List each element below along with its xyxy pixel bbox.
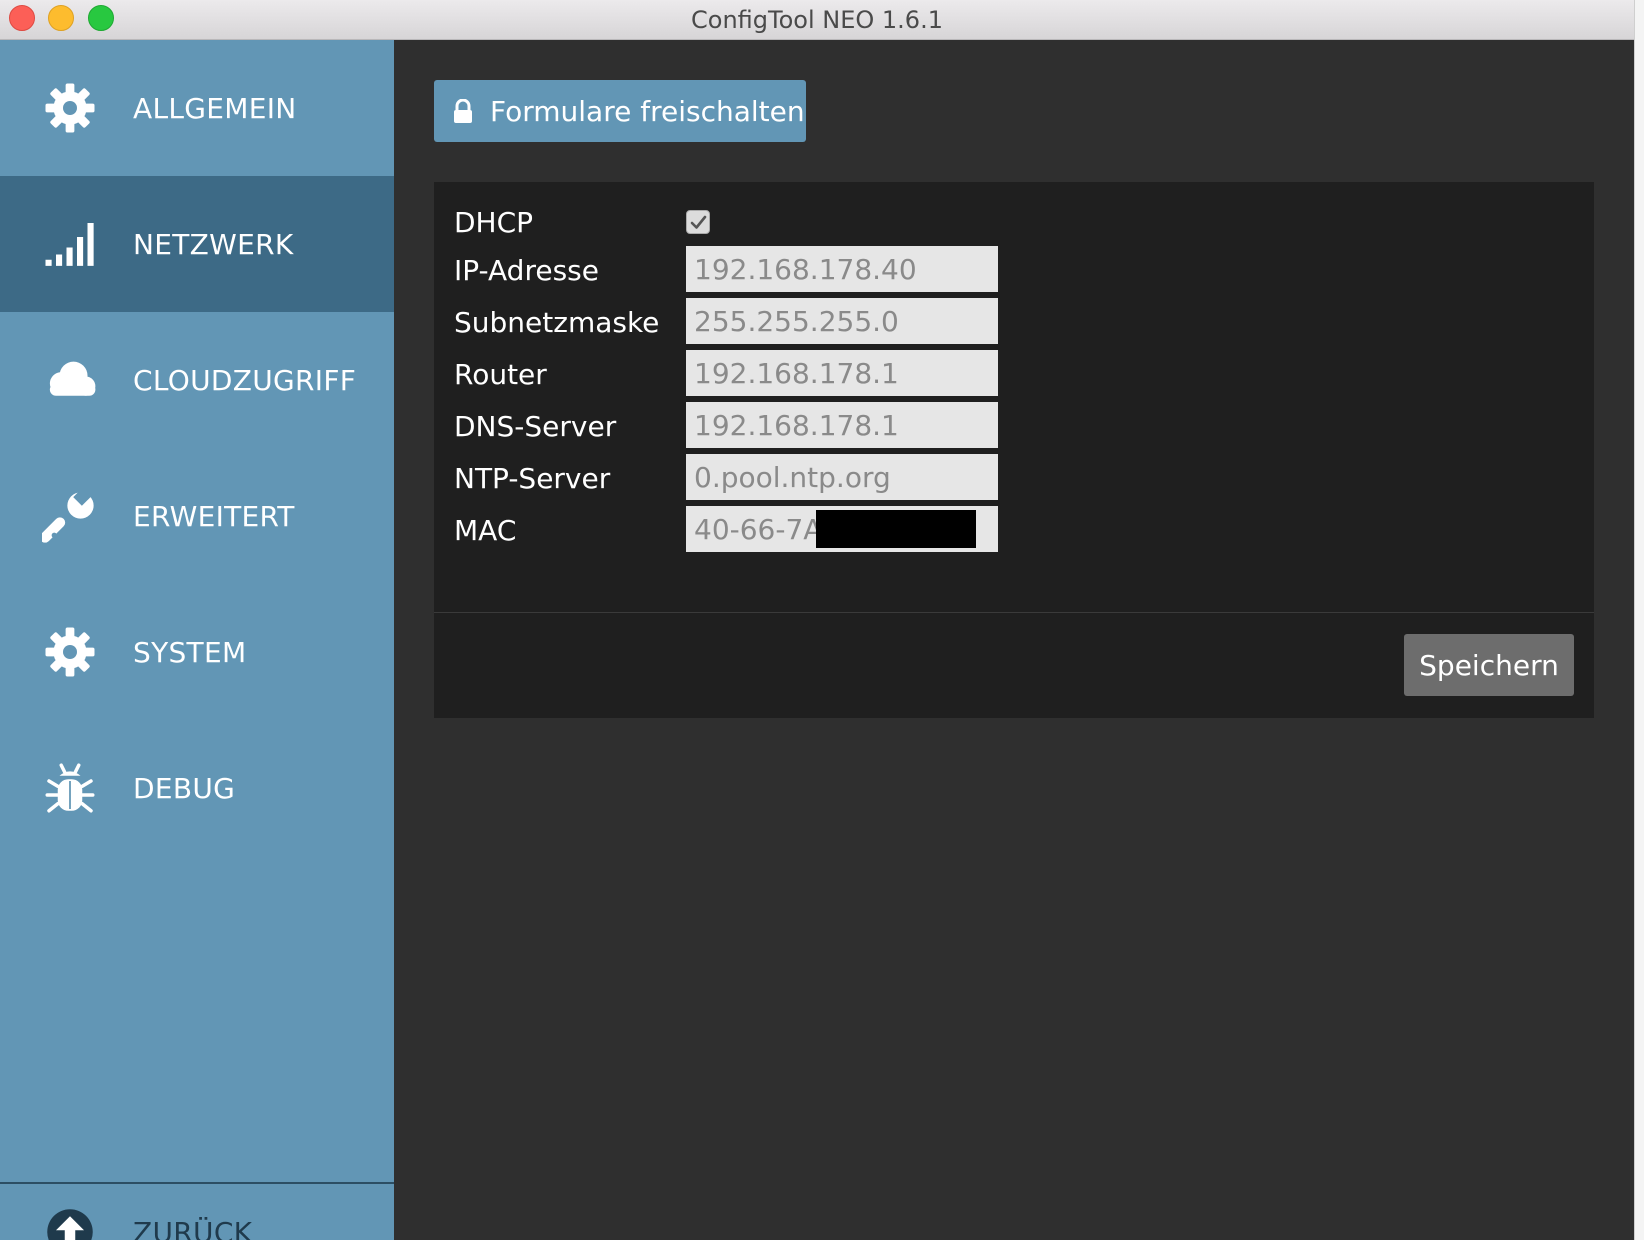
redaction-box: [816, 510, 976, 548]
dns-label: DNS-Server: [454, 410, 617, 443]
sidebar-item-netzwerk[interactable]: NETZWERK: [0, 176, 394, 312]
mac-row: MAC: [434, 506, 1594, 552]
sidebar-item-label: CLOUDZUGRIFF: [133, 363, 357, 397]
title-bar: ConfigTool NEO 1.6.1: [0, 0, 1634, 40]
sidebar-item-label: SYSTEM: [133, 635, 247, 669]
signal-bars-icon: [38, 212, 102, 276]
back-label: ZURÜCK: [133, 1216, 253, 1240]
window-edge: [1634, 0, 1644, 1240]
sidebar-item-allgemein[interactable]: ALLGEMEIN: [0, 40, 394, 176]
sidebar-item-label: DEBUG: [133, 771, 236, 805]
arrow-up-circle-icon: [38, 1200, 102, 1240]
router-row: Router: [434, 350, 1594, 396]
cloud-icon: [38, 348, 102, 412]
subnet-mask-input[interactable]: [686, 298, 998, 344]
panel-divider: [434, 612, 1594, 613]
ntp-row: NTP-Server: [434, 454, 1594, 500]
sidebar-item-cloudzugriff[interactable]: CLOUDZUGRIFF: [0, 312, 394, 448]
gear-icon: [38, 620, 102, 684]
router-label: Router: [454, 358, 547, 391]
sidebar-item-label: NETZWERK: [133, 227, 294, 261]
dns-server-input[interactable]: [686, 402, 998, 448]
sidebar-item-system[interactable]: SYSTEM: [0, 584, 394, 720]
mac-label: MAC: [454, 514, 517, 547]
ntp-label: NTP-Server: [454, 462, 611, 495]
dns-row: DNS-Server: [434, 402, 1594, 448]
sidebar-item-debug[interactable]: DEBUG: [0, 720, 394, 856]
ntp-server-input[interactable]: [686, 454, 998, 500]
sidebar-item-erweitert[interactable]: ERWEITERT: [0, 448, 394, 584]
gear-icon: [38, 76, 102, 140]
ip-row: IP-Adresse: [434, 246, 1594, 292]
ip-address-input[interactable]: [686, 246, 998, 292]
lock-icon: [452, 98, 474, 123]
sidebar-item-label: ALLGEMEIN: [133, 91, 297, 125]
wrench-icon: [38, 484, 102, 548]
router-input[interactable]: [686, 350, 998, 396]
unlock-forms-button[interactable]: Formulare freischalten: [434, 80, 806, 142]
network-settings-panel: DHCP IP-Adresse Subnetzmaske Router: [434, 182, 1594, 718]
dhcp-checkbox[interactable]: [686, 210, 710, 234]
subnet-label: Subnetzmaske: [454, 306, 660, 339]
ip-label: IP-Adresse: [454, 254, 599, 287]
main-content: Formulare freischalten DHCP IP-Adresse S…: [394, 40, 1634, 1240]
unlock-forms-label: Formulare freischalten: [490, 95, 805, 128]
bug-icon: [38, 756, 102, 820]
sidebar: ALLGEMEIN NETZWERK CLOUDZUGRIFF ERWEITER…: [0, 40, 394, 1240]
window-title: ConfigTool NEO 1.6.1: [691, 6, 943, 34]
subnet-row: Subnetzmaske: [434, 298, 1594, 344]
save-button[interactable]: Speichern: [1404, 634, 1574, 696]
checkmark-icon: [690, 215, 707, 229]
app-window: ConfigTool NEO 1.6.1 ALLGEMEIN NETZWERK …: [0, 0, 1634, 1240]
save-label: Speichern: [1419, 649, 1559, 682]
dhcp-label: DHCP: [454, 206, 534, 239]
dhcp-row: DHCP: [434, 198, 1594, 244]
back-button[interactable]: ZURÜCK: [0, 1184, 394, 1240]
sidebar-item-label: ERWEITERT: [133, 499, 295, 533]
